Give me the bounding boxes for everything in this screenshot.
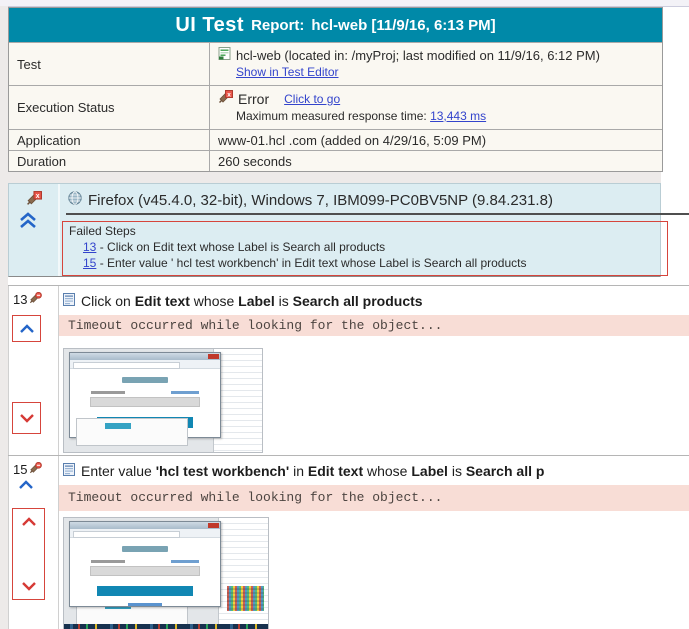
globe-icon bbox=[68, 191, 82, 209]
left-margin-stripe bbox=[0, 6, 8, 629]
report-summary-table: UI Test Report: hcl-web [11/9/16, 6:13 P… bbox=[8, 7, 663, 172]
thumbnail-close-chip bbox=[208, 354, 219, 359]
thumbnail-input-chip bbox=[90, 396, 200, 407]
step-15-error-message: Timeout occurred while looking for the o… bbox=[59, 485, 689, 511]
step-15-prev-failed-button[interactable] bbox=[21, 517, 37, 527]
report-title-mid: Report: bbox=[251, 16, 305, 34]
thumbnail-address-bar bbox=[73, 361, 180, 369]
thumbnail-close-chip bbox=[208, 523, 219, 528]
step-13-screenshot-thumbnail[interactable] bbox=[63, 348, 263, 453]
thumbnail-color-grid bbox=[227, 586, 264, 612]
thumbnail-heading-chip bbox=[122, 377, 168, 383]
failed-step-item: 13 - Click on Edit text whose Label is S… bbox=[83, 239, 663, 255]
error-status-icon: x bbox=[218, 90, 233, 108]
table-row-test: Test hcl-web (located in: /myProj; last … bbox=[9, 42, 662, 85]
thumbnail-link-chip bbox=[128, 603, 162, 607]
max-response-time-label: Maximum measured response time: bbox=[236, 109, 427, 123]
step-13-doc-icon bbox=[63, 293, 75, 309]
failed-steps-title: Failed Steps bbox=[69, 224, 136, 238]
step-15-content: Enter value 'hcl test workbench' in Edit… bbox=[59, 456, 689, 629]
browser-session-title: Firefox (v45.4.0, 32-bit), Windows 7, IB… bbox=[88, 191, 553, 209]
test-name-value: hcl-web (located in: /myProj; last modif… bbox=[236, 48, 600, 63]
thumbnail-button-chip bbox=[97, 585, 193, 597]
step-13-content: Click on Edit text whose Label is Search… bbox=[59, 286, 689, 456]
duration-value: 260 seconds bbox=[218, 154, 292, 169]
table-row-duration: Duration 260 seconds bbox=[9, 150, 662, 171]
thumbnail-taskbar bbox=[64, 624, 268, 629]
execution-status-label: Execution Status bbox=[9, 86, 210, 129]
step-13-number: 13 bbox=[13, 292, 28, 307]
failed-steps-box: Failed Steps 13 - Click on Edit text who… bbox=[62, 221, 668, 276]
browser-session-section: x Firefox (v45.4.0, 32-bit), Windows 7, … bbox=[8, 183, 689, 277]
failed-step-13-link[interactable]: 13 bbox=[83, 240, 96, 254]
session-divider bbox=[66, 213, 689, 215]
step-15-screenshot-thumbnail[interactable] bbox=[63, 517, 269, 629]
thumbnail-input-chip bbox=[90, 565, 200, 576]
step-15-failed-nav-box bbox=[12, 508, 45, 600]
top-strip bbox=[0, 0, 689, 7]
step-13-error-message: Timeout occurred while looking for the o… bbox=[59, 315, 689, 336]
step-15-doc-icon bbox=[63, 463, 75, 479]
report-title-bar: UI Test Report: hcl-web [11/9/16, 6:13 P… bbox=[9, 8, 662, 42]
test-row-label: Test bbox=[9, 43, 210, 85]
svg-text:x: x bbox=[36, 193, 40, 200]
ui-test-report-page: UI Test Report: hcl-web [11/9/16, 6:13 P… bbox=[0, 0, 689, 629]
step-13-title: Click on Edit text whose Label is Search… bbox=[81, 293, 423, 309]
svg-text:x: x bbox=[227, 91, 231, 98]
error-status-text: Error bbox=[238, 90, 270, 107]
test-script-icon bbox=[218, 47, 231, 64]
report-title-name: hcl-web [11/9/16, 6:13 PM] bbox=[311, 16, 496, 34]
step-13-gutter: 13 bbox=[8, 286, 59, 456]
failed-step-15-text: - Enter value ' hcl test workbench' in E… bbox=[96, 256, 527, 270]
thumbnail-background-window bbox=[76, 418, 188, 446]
duration-label: Duration bbox=[9, 151, 210, 171]
table-row-execution-status: Execution Status x Error Click to go Max… bbox=[9, 85, 662, 129]
session-error-icon: x bbox=[26, 191, 42, 211]
step-15-section: 15 Enter value 'hcl test workbench' in E… bbox=[8, 455, 689, 629]
failed-step-13-text: - Click on Edit text whose Label is Sear… bbox=[96, 240, 386, 254]
max-response-time-link[interactable]: 13,443 ms bbox=[430, 109, 486, 123]
application-value: www-01.hcl .com (added on 4/29/16, 5:09 … bbox=[218, 133, 487, 148]
step-13-prev-failed-button[interactable] bbox=[12, 315, 41, 342]
step-15-collapse-icon[interactable] bbox=[18, 480, 34, 490]
thumbnail-side-panel bbox=[218, 518, 268, 629]
session-gutter: x bbox=[9, 184, 60, 276]
collapse-session-icon[interactable] bbox=[18, 212, 38, 230]
step-15-gutter: 15 bbox=[8, 456, 59, 629]
report-title-prefix: UI Test bbox=[175, 13, 245, 36]
thumbnail-address-bar bbox=[73, 530, 180, 538]
step-15-next-failed-button[interactable] bbox=[21, 581, 37, 591]
step-15-failure-icon bbox=[29, 461, 43, 477]
show-in-test-editor-link[interactable]: Show in Test Editor bbox=[236, 65, 339, 79]
session-content: Firefox (v45.4.0, 32-bit), Windows 7, IB… bbox=[60, 184, 689, 276]
step-15-number: 15 bbox=[13, 462, 28, 477]
failed-step-15-link[interactable]: 15 bbox=[83, 256, 96, 270]
step-13-failure-icon bbox=[29, 291, 43, 307]
click-to-go-link[interactable]: Click to go bbox=[284, 91, 340, 108]
application-label: Application bbox=[9, 130, 210, 150]
step-13-section: 13 Click on Edit text whose Label is Sea… bbox=[8, 285, 689, 456]
table-row-application: Application www-01.hcl .com (added on 4/… bbox=[9, 129, 662, 150]
thumbnail-browser-window bbox=[69, 521, 221, 608]
step-13-next-failed-button[interactable] bbox=[12, 402, 41, 434]
failed-step-item: 15 - Enter value ' hcl test workbench' i… bbox=[83, 255, 663, 271]
step-15-title: Enter value 'hcl test workbench' in Edit… bbox=[81, 463, 545, 479]
thumbnail-heading-chip bbox=[122, 546, 168, 552]
